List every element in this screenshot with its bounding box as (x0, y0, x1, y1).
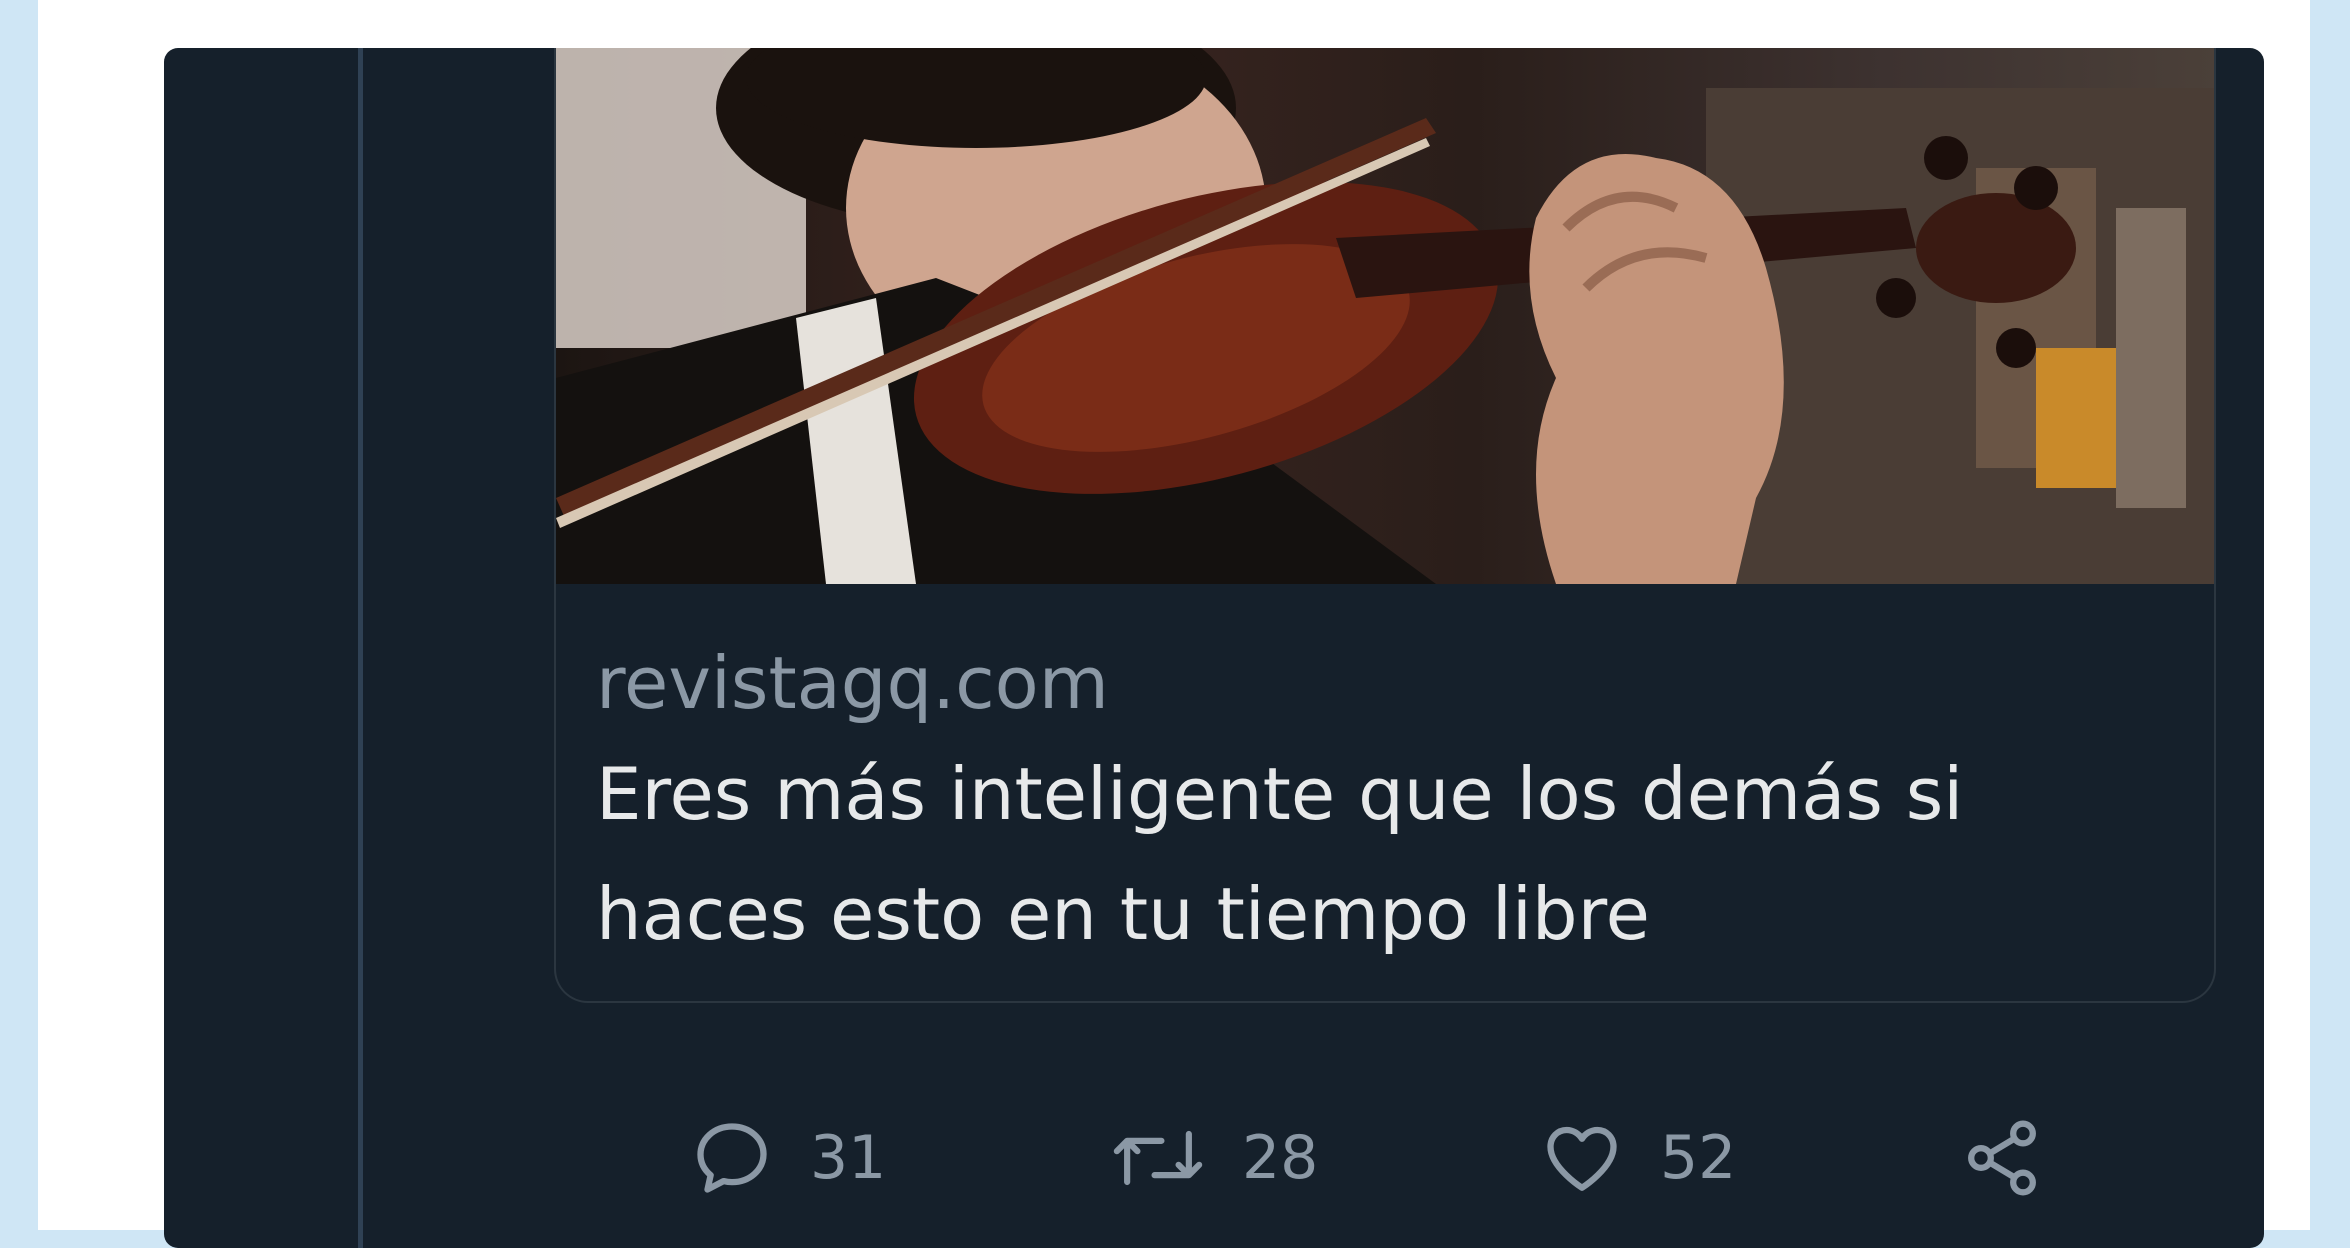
share-button[interactable] (1960, 1108, 2044, 1208)
reply-button[interactable]: 31 (690, 1108, 886, 1208)
retweet-button[interactable]: 28 (1110, 1108, 1318, 1208)
violin-player-photo (556, 48, 2214, 584)
share-icon (1968, 1120, 2036, 1196)
link-preview-card[interactable]: revistagq.com Eres más inteligente que l… (554, 48, 2216, 1003)
tweet-action-bar: 31 28 52 (562, 1108, 2062, 1208)
preview-title-line-2[interactable]: haces esto en tu tiempo libre (596, 854, 2176, 974)
preview-image[interactable] (556, 48, 2214, 584)
reply-count: 31 (810, 1123, 887, 1193)
preview-meta: revistagq.com Eres más inteligente que l… (596, 638, 2176, 974)
preview-domain[interactable]: revistagq.com (596, 638, 2176, 728)
reply-bubble-icon (697, 1123, 767, 1193)
page-frame: revistagq.com Eres más inteligente que l… (38, 0, 2310, 1248)
like-button[interactable]: 52 (1540, 1108, 1736, 1208)
heart-icon (1547, 1126, 1617, 1191)
like-count: 52 (1660, 1123, 1737, 1193)
preview-title-line-1[interactable]: Eres más inteligente que los demás si (596, 734, 2176, 854)
tweet-card: revistagq.com Eres más inteligente que l… (164, 48, 2264, 1248)
thread-line (358, 48, 363, 1248)
retweet-icon (1113, 1130, 1203, 1186)
retweet-count: 28 (1242, 1123, 1319, 1193)
